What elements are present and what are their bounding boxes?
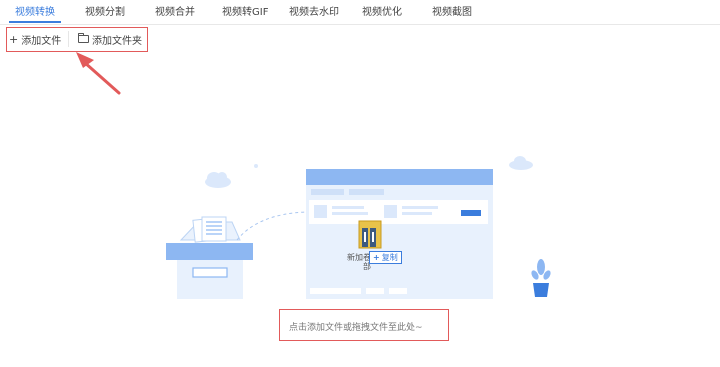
app-window-icon [306, 169, 493, 299]
copy-badge: + 复制 [369, 251, 402, 264]
folder-icon [358, 220, 382, 249]
cloud-left-icon [205, 172, 231, 188]
dot-icon [254, 164, 258, 168]
plus-icon: + [373, 253, 380, 262]
cloud-right-icon [509, 156, 533, 170]
plant-icon [531, 259, 551, 297]
copy-badge-label: 复制 [381, 253, 398, 262]
file-box-icon [166, 216, 253, 299]
drop-hint-text[interactable]: 点击添加文件或拖拽文件至此处~ [289, 320, 423, 333]
drag-path [236, 211, 307, 241]
